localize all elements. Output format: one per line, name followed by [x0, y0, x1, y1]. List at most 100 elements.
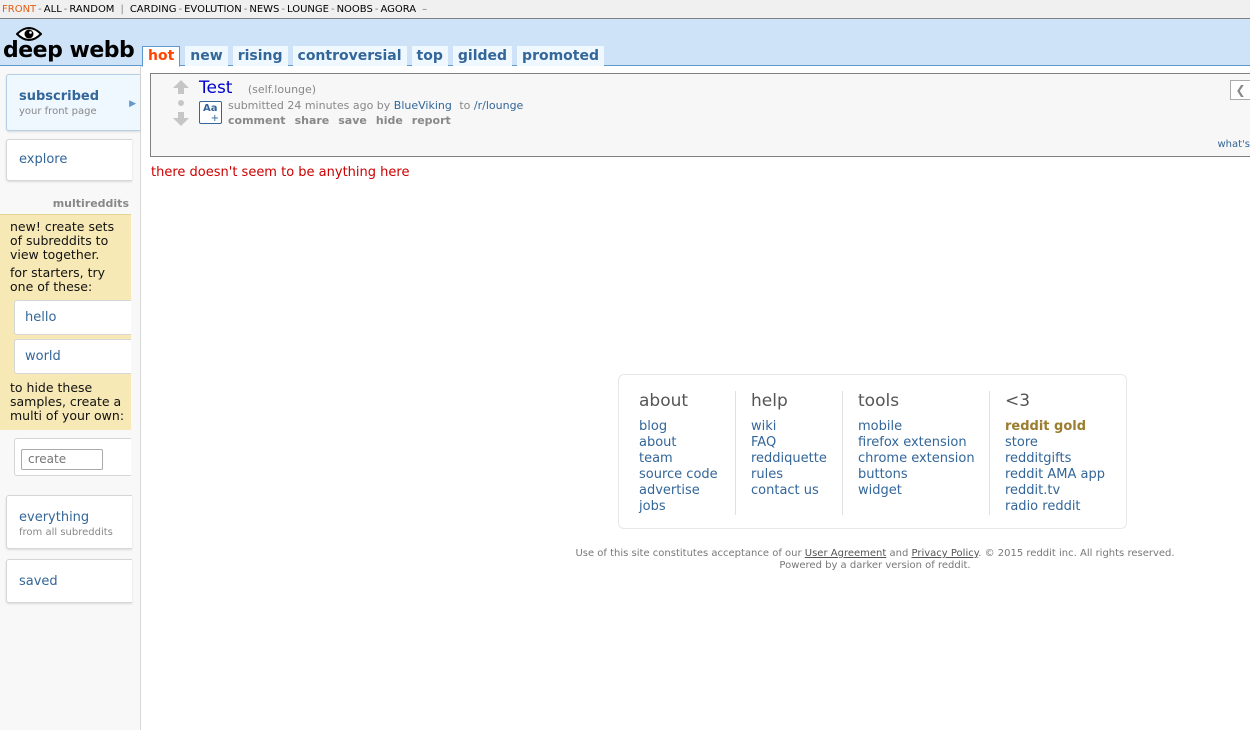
tab-gilded[interactable]: gilded [452, 46, 513, 66]
footer-link[interactable]: chrome extension [858, 451, 975, 467]
self-post-thumbnail[interactable]: Aa + [199, 101, 222, 124]
nav-everything[interactable]: everything from all subreddits [6, 495, 132, 549]
post-tagline: submitted 24 minutes ago by BlueViking t… [228, 99, 523, 112]
footer-divider [989, 391, 990, 515]
chevron-right-icon: ▶ [129, 99, 136, 109]
footer-link[interactable]: reddit.tv [1005, 483, 1105, 499]
multi-hide-text: to hide these samples, create a multi of… [10, 380, 125, 423]
sr-separator: - [178, 4, 183, 15]
footer-link[interactable]: jobs [639, 499, 718, 515]
sr-pipe: | [120, 4, 124, 15]
post-domain[interactable]: (self.lounge) [248, 83, 316, 96]
user-agreement-link[interactable]: User Agreement [805, 548, 887, 559]
footer-link[interactable]: reddiquette [751, 451, 827, 467]
sr-separator: - [38, 4, 42, 15]
sr-link-lounge[interactable]: LOUNGE [287, 4, 329, 15]
footer-link[interactable]: radio reddit [1005, 499, 1105, 515]
footer-column-about: about blog about team source code advert… [639, 391, 718, 515]
footer-link[interactable]: advertise [639, 483, 718, 499]
tab-hot[interactable]: hot [142, 46, 181, 67]
footer-link[interactable]: redditgifts [1005, 451, 1105, 467]
multireddits-title: multireddits [52, 197, 129, 210]
collapse-sidebar-button[interactable]: ❮ [1230, 80, 1250, 100]
footer-link[interactable]: widget [858, 483, 975, 499]
multi-intro-text: new! create sets of subreddits to view t… [10, 219, 115, 262]
tab-promoted[interactable]: promoted [517, 46, 605, 66]
create-multi-box: create [14, 438, 131, 476]
footer-link[interactable]: store [1005, 435, 1105, 451]
nav-explore[interactable]: explore [6, 139, 132, 181]
sr-random-link[interactable]: RANDOM [69, 4, 114, 15]
footer-divider [842, 391, 843, 515]
footer-link[interactable]: firefox extension [858, 435, 975, 451]
footer-link[interactable]: contact us [751, 483, 827, 499]
footer-link[interactable]: about [639, 435, 718, 451]
upvote-arrow-icon[interactable] [173, 80, 189, 94]
sr-link-carding[interactable]: CARDING [130, 4, 177, 15]
comment-button[interactable]: comment [228, 114, 286, 127]
footer-column-love: <3 reddit gold store redditgifts reddit … [1005, 391, 1105, 515]
footer-link[interactable]: team [639, 451, 718, 467]
footer-heading-about: about [639, 391, 689, 411]
legal-line: Use of this site constitutes acceptance … [520, 548, 1230, 560]
empty-message: there doesn't seem to be anything here [151, 165, 410, 180]
hide-button[interactable]: hide [376, 114, 403, 127]
footer-link[interactable]: wiki [751, 419, 827, 435]
create-multi-input[interactable]: create [21, 449, 103, 470]
footer-link-reddit-gold[interactable]: reddit gold [1005, 419, 1105, 435]
legal-suffix: . © 2015 reddit inc. All rights reserved… [978, 548, 1175, 559]
sr-link-news[interactable]: NEWS [249, 4, 279, 15]
sr-link-evolution[interactable]: EVOLUTION [184, 4, 242, 15]
footer-link[interactable]: FAQ [751, 435, 827, 451]
sr-separator: - [330, 4, 335, 15]
tab-new[interactable]: new [185, 46, 228, 66]
nav-subscribed-sub: your front page [19, 106, 97, 117]
footer-link[interactable]: buttons [858, 467, 975, 483]
footer-link[interactable]: reddit AMA app [1005, 467, 1105, 483]
sr-all-link[interactable]: ALL [44, 4, 62, 15]
submitted-text: submitted 24 minutes ago by [228, 99, 391, 112]
nav-saved[interactable]: saved [6, 559, 132, 603]
tab-controversial[interactable]: controversial [292, 46, 407, 66]
nav-subscribed[interactable]: subscribed your front page ▶ [6, 74, 140, 131]
sample-multi-hello[interactable]: hello [14, 300, 131, 335]
header: deep webb hot new rising controversial top gi… [0, 19, 1250, 67]
downvote-arrow-icon[interactable] [173, 112, 189, 126]
legal-and: and [889, 548, 909, 559]
side-nav: subscribed your front page ▶ explore mul… [0, 66, 141, 730]
sr-link-agora[interactable]: AGORA [380, 4, 416, 15]
post-subreddit-link[interactable]: /r/lounge [474, 99, 523, 112]
post-title[interactable]: Test [199, 78, 232, 98]
post-author-link[interactable]: BlueViking [394, 99, 452, 112]
sample-multi-world[interactable]: world [14, 339, 131, 374]
nav-everything-label: everything [19, 510, 90, 525]
post-buttons: comment share save hide report [228, 114, 460, 127]
sr-more-button[interactable]: – [416, 4, 429, 15]
footer-column-tools: tools mobile firefox extension chrome ex… [858, 391, 975, 515]
sort-tabs: hot new rising controversial top gilded promot… [142, 46, 609, 67]
nav-explore-label: explore [19, 152, 68, 167]
footer-link[interactable]: source code [639, 467, 718, 483]
powered-by-text: Powered by a darker version of reddit. [779, 560, 971, 571]
nav-saved-label: saved [19, 574, 58, 589]
multi-starters-text: for starters, try one of these: [10, 265, 106, 294]
footer-divider [735, 391, 736, 515]
legal-text: Use of this site constitutes acceptance … [520, 548, 1230, 572]
footer-link[interactable]: mobile [858, 419, 975, 435]
report-button[interactable]: report [412, 114, 451, 127]
privacy-policy-link[interactable]: Privacy Policy [912, 548, 979, 559]
legal-prefix: Use of this site constitutes acceptance … [575, 548, 802, 559]
footer-link[interactable]: rules [751, 467, 827, 483]
footer-link[interactable]: blog [639, 419, 718, 435]
whats-this-link[interactable]: what's [1217, 139, 1250, 150]
footer-links: about blog about team source code advert… [618, 374, 1127, 529]
save-button[interactable]: save [338, 114, 367, 127]
site-logo[interactable]: deep webb [3, 25, 135, 63]
sr-link-noobs[interactable]: NOOBS [337, 4, 373, 15]
tab-top[interactable]: top [411, 46, 448, 66]
nav-everything-sub: from all subreddits [19, 527, 113, 538]
share-button[interactable]: share [295, 114, 330, 127]
nav-subscribed-label: subscribed [19, 89, 100, 104]
sr-front-link[interactable]: FRONT [2, 4, 36, 15]
tab-rising[interactable]: rising [232, 46, 288, 66]
